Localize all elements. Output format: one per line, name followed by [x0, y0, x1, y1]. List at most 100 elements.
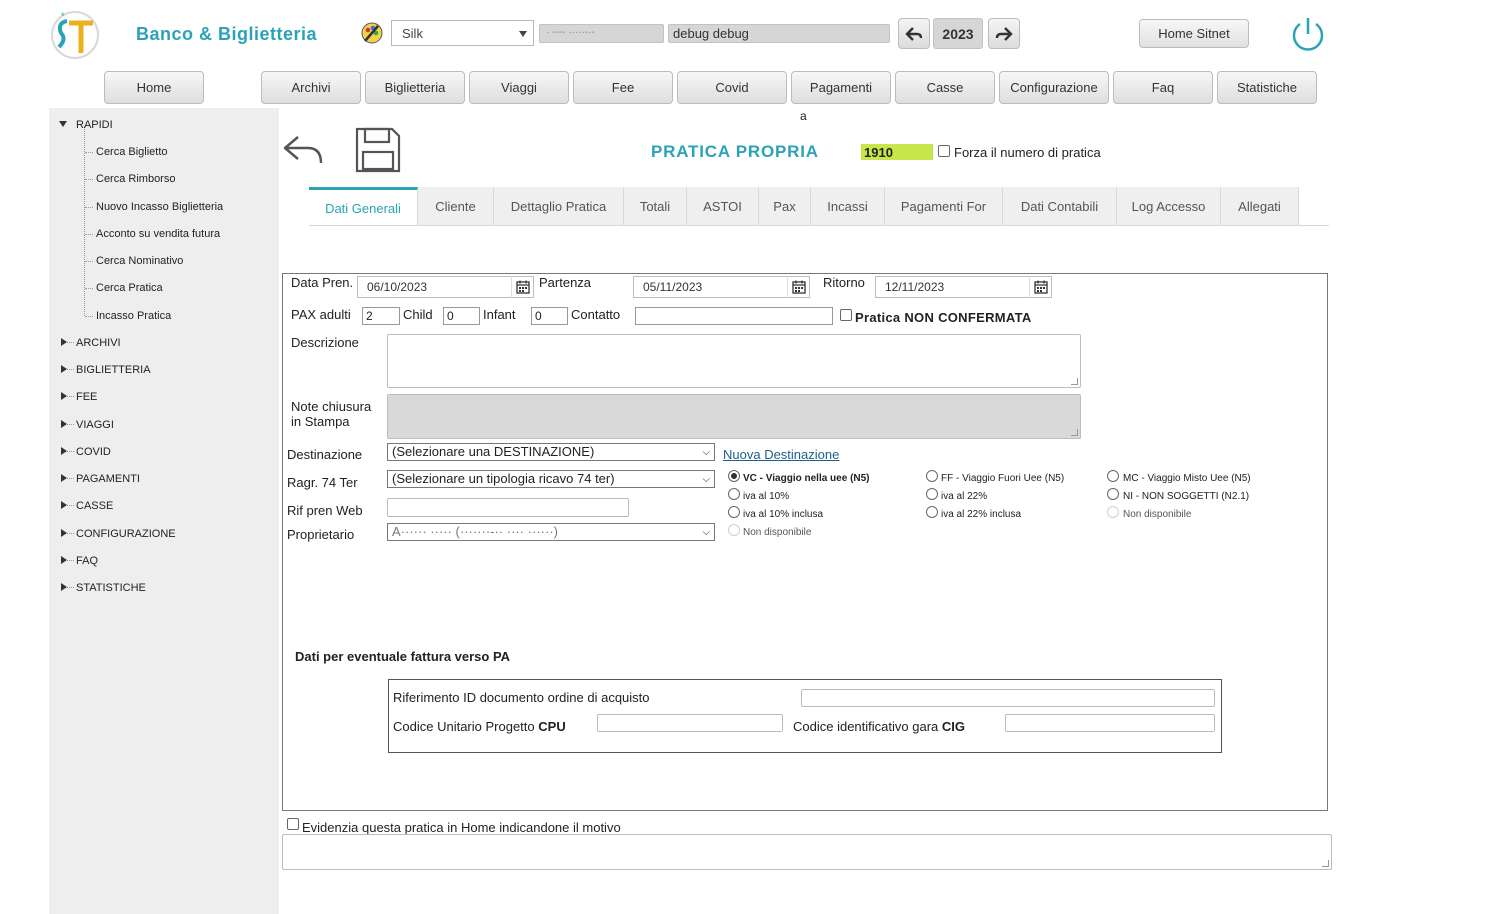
tab-dati-generali[interactable]: Dati Generali — [309, 187, 418, 226]
data-pren-input[interactable]: 06/10/2023 — [357, 276, 534, 298]
pa-cup-input[interactable] — [597, 714, 783, 732]
note-chiusura-textarea[interactable] — [387, 394, 1081, 439]
radio-iva-10-label: iva al 10% — [743, 491, 790, 502]
nav-statistiche[interactable]: Statistiche — [1217, 71, 1317, 104]
ragr-74-ter-select[interactable]: (Selezionare un tipologia ricavo 74 ter)… — [387, 470, 715, 488]
radio-ff[interactable] — [926, 470, 938, 482]
tree-viaggi[interactable]: VIAGGI — [76, 419, 114, 431]
child-label: Child — [403, 307, 433, 322]
forza-numero-checkbox[interactable] — [938, 145, 950, 157]
nav-casse[interactable]: Casse — [895, 71, 995, 104]
resize-handle-icon[interactable] — [1322, 860, 1329, 867]
infant-input[interactable]: 0 — [531, 307, 568, 325]
nav-home[interactable]: Home — [104, 71, 204, 104]
rif-pren-web-input[interactable] — [387, 498, 629, 517]
resize-handle-icon[interactable] — [1071, 429, 1078, 436]
tab-totali[interactable]: Totali — [624, 187, 687, 226]
tree-archivi[interactable]: ARCHIVI — [76, 337, 121, 349]
nav-fee[interactable]: Fee — [573, 71, 673, 104]
evidenzia-label: Evidenzia questa pratica in Home indican… — [302, 820, 621, 835]
save-icon[interactable] — [354, 126, 402, 174]
descrizione-textarea[interactable] — [387, 334, 1081, 388]
tree-connector — [85, 234, 93, 235]
pax-adulti-input[interactable]: 2 — [362, 307, 400, 325]
tree-statistiche[interactable]: STATISTICHE — [76, 582, 146, 594]
partenza-input[interactable]: 05/11/2023 — [633, 276, 810, 298]
contatto-input[interactable] — [635, 307, 833, 325]
ritorno-input[interactable]: 12/11/2023 — [875, 276, 1052, 298]
tree-connector — [85, 207, 93, 208]
tab-pagamenti-for[interactable]: Pagamenti For — [885, 187, 1003, 226]
tree-biglietteria[interactable]: BIGLIETTERIA — [76, 364, 151, 376]
power-icon[interactable] — [1288, 14, 1328, 54]
resize-handle-icon[interactable] — [1071, 378, 1078, 385]
proprietario-label: Proprietario — [287, 527, 355, 542]
pax-adulti-label: PAX adulti — [291, 307, 351, 322]
tree-faq[interactable]: FAQ — [76, 555, 98, 567]
tree-connector — [85, 179, 93, 180]
tree-rapidi[interactable]: RAPIDI — [76, 119, 113, 131]
child-input[interactable]: 0 — [443, 307, 480, 325]
nav-archivi[interactable]: Archivi — [261, 71, 361, 104]
tree-cerca-pratica[interactable]: Cerca Pratica — [96, 282, 163, 294]
back-icon[interactable] — [282, 133, 324, 167]
radio-vc[interactable] — [728, 470, 740, 482]
evidenzia-motivo-textarea[interactable] — [282, 834, 1332, 870]
tree-nuovo-incasso[interactable]: Nuovo Incasso Biglietteria — [96, 201, 223, 213]
pratica-number[interactable]: 1910 — [861, 144, 933, 160]
radio-mc[interactable] — [1107, 470, 1119, 482]
tree-covid[interactable]: COVID — [76, 446, 111, 458]
tree-fee[interactable]: FEE — [76, 391, 97, 403]
expanded-triangle-icon[interactable] — [59, 121, 67, 127]
calendar-icon[interactable] — [787, 276, 809, 298]
evidenzia-checkbox[interactable] — [287, 818, 299, 830]
nav-biglietteria[interactable]: Biglietteria — [365, 71, 465, 104]
arrow-left-icon — [905, 26, 923, 41]
calendar-icon[interactable] — [1029, 276, 1051, 298]
radio-iva-22-inclusa-label: iva al 22% inclusa — [941, 509, 1022, 520]
tree-cerca-rimborso[interactable]: Cerca Rimborso — [96, 173, 175, 185]
tree-acconto[interactable]: Acconto su vendita futura — [96, 228, 220, 240]
non-confermata-checkbox[interactable] — [840, 309, 852, 321]
nav-submenu-label: a — [800, 109, 807, 123]
tree-connector — [67, 478, 74, 479]
tree-connector — [85, 288, 93, 289]
tab-incassi[interactable]: Incassi — [811, 187, 885, 226]
nav-viaggi[interactable]: Viaggi — [469, 71, 569, 104]
tab-cliente[interactable]: Cliente — [418, 187, 494, 226]
previous-year-button[interactable] — [898, 18, 930, 49]
tab-allegati[interactable]: Allegati — [1221, 187, 1299, 226]
tab-dati-contabili[interactable]: Dati Contabili — [1003, 187, 1117, 226]
tree-connector — [67, 560, 74, 561]
nav-covid[interactable]: Covid — [677, 71, 787, 104]
tree-configurazione[interactable]: CONFIGURAZIONE — [76, 528, 176, 540]
radio-iva-22[interactable] — [926, 488, 938, 500]
proprietario-select[interactable]: A······ ····· (·······-·· ···· ······) ⌵ — [387, 523, 715, 541]
theme-select[interactable]: Silk — [391, 20, 534, 46]
next-year-button[interactable] — [988, 18, 1020, 49]
tree-pagamenti[interactable]: PAGAMENTI — [76, 473, 140, 485]
tab-astoi[interactable]: ASTOI — [687, 187, 759, 226]
calendar-icon[interactable] — [511, 276, 533, 298]
tree-casse[interactable]: CASSE — [76, 500, 113, 512]
tab-dettaglio-pratica[interactable]: Dettaglio Pratica — [494, 187, 624, 226]
radio-iva-10[interactable] — [728, 488, 740, 500]
radio-iva-10-inclusa[interactable] — [728, 506, 740, 518]
home-sitnet-button[interactable]: Home Sitnet — [1139, 19, 1249, 48]
destinazione-select[interactable]: (Selezionare una DESTINAZIONE) ⌵ — [387, 443, 715, 461]
user-field: · ---- ·····-·- — [539, 24, 664, 43]
tree-incasso-pratica[interactable]: Incasso Pratica — [96, 310, 171, 322]
pa-rif-input[interactable] — [801, 689, 1215, 707]
radio-ni[interactable] — [1107, 488, 1119, 500]
tab-pax[interactable]: Pax — [759, 187, 811, 226]
palette-icon[interactable] — [361, 22, 383, 44]
radio-iva-22-inclusa[interactable] — [926, 506, 938, 518]
nav-configurazione[interactable]: Configurazione — [999, 71, 1109, 104]
tab-log-accesso[interactable]: Log Accesso — [1117, 187, 1221, 226]
tree-cerca-nominativo[interactable]: Cerca Nominativo — [96, 255, 183, 267]
nav-faq[interactable]: Faq — [1113, 71, 1213, 104]
tree-cerca-biglietto[interactable]: Cerca Biglietto — [96, 146, 168, 158]
pa-cig-input[interactable] — [1005, 714, 1215, 732]
nuova-destinazione-link[interactable]: Nuova Destinazione — [723, 447, 839, 462]
nav-pagamenti[interactable]: Pagamenti — [791, 71, 891, 104]
